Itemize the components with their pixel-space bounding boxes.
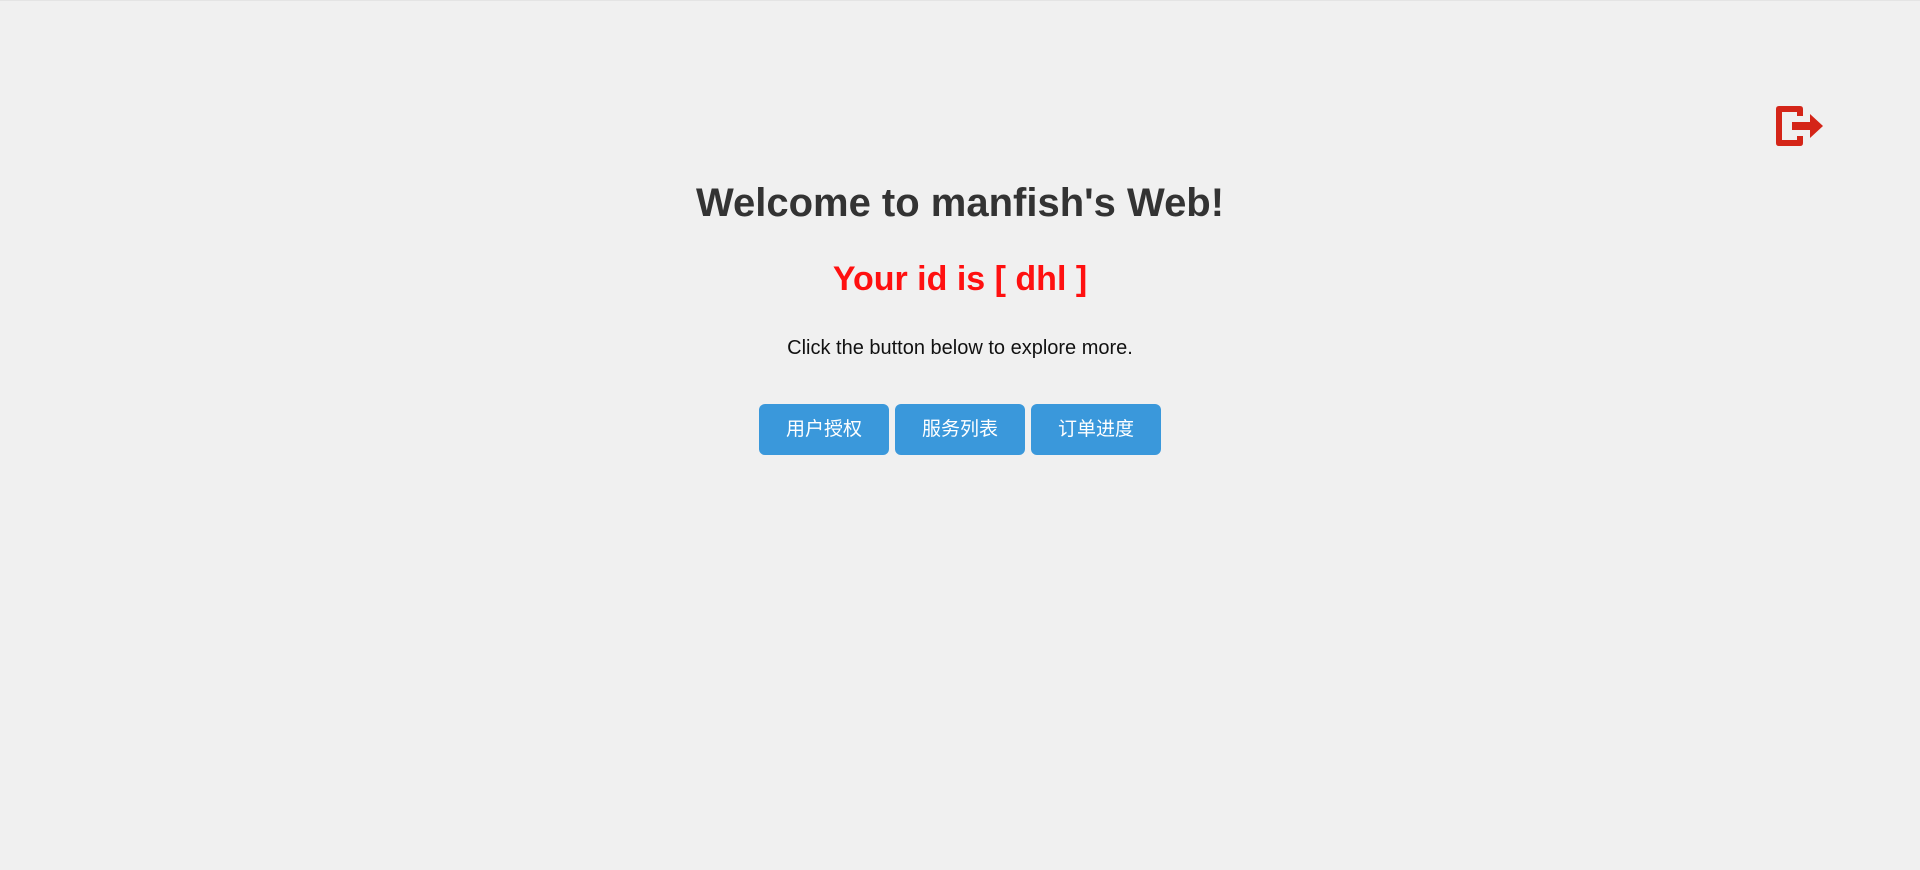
hint-text: Click the button below to explore more. (787, 337, 1133, 359)
page-title: Welcome to manfish's Web! (695, 181, 1225, 225)
service-list-button[interactable]: 服务列表 (895, 404, 1025, 455)
order-progress-button[interactable]: 订单进度 (1031, 404, 1161, 455)
logout-button[interactable] (1770, 100, 1826, 152)
button-row: 用户授权 服务列表 订单进度 (0, 404, 1920, 455)
user-id-text: Your id is [ dhl ] (832, 260, 1088, 298)
user-authorization-button[interactable]: 用户授权 (759, 404, 889, 455)
page: Welcome to manfish's Web! Your id is [ d… (0, 0, 1920, 870)
logout-icon (1776, 106, 1823, 146)
